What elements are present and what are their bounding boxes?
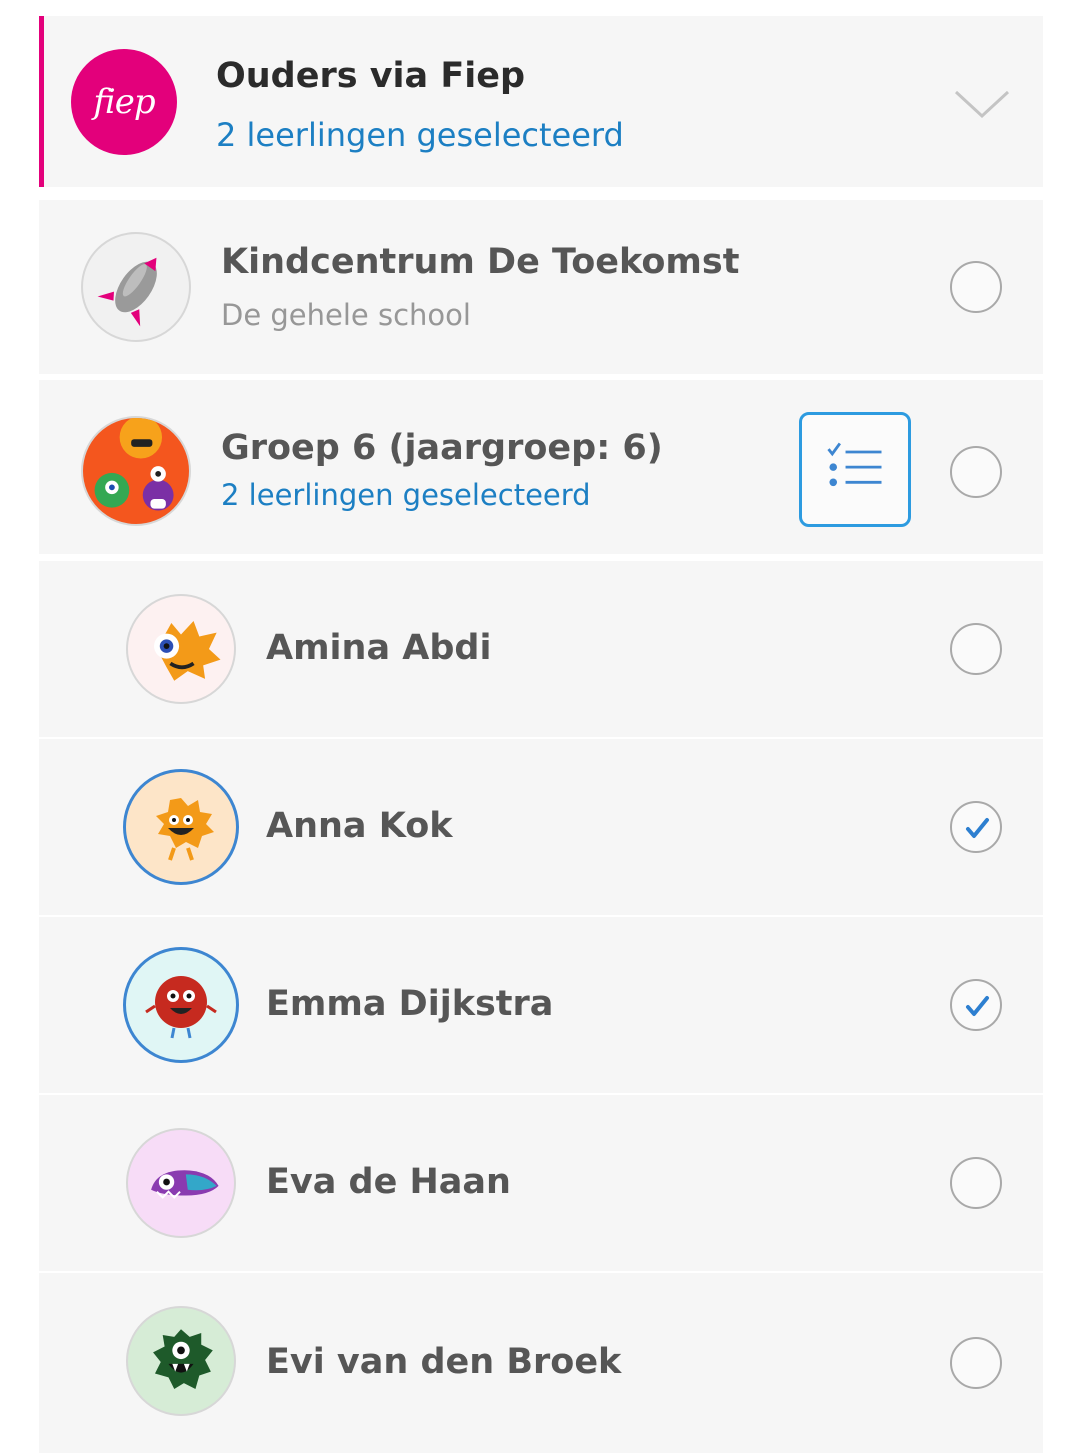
group-avatar (81, 416, 191, 526)
student-avatar (126, 594, 236, 704)
student-radio[interactable] (950, 801, 1002, 853)
monsters-group-icon (94, 418, 174, 511)
red-monster-icon (145, 976, 217, 1039)
student-row[interactable]: Eva de Haan (39, 1095, 1043, 1271)
group-name: Groep 6 (jaargroep: 6) (221, 428, 663, 468)
student-name: Anna Kok (266, 806, 453, 846)
group-row[interactable]: Groep 6 (jaargroep: 6) 2 leerlingen gese… (39, 380, 1043, 554)
purple-monster-icon (151, 1170, 219, 1199)
student-row[interactable]: Emma Dijkstra (39, 917, 1043, 1093)
student-avatar (126, 1306, 236, 1416)
checkmark-icon (966, 818, 989, 838)
student-row[interactable]: Amina Abdi (39, 561, 1043, 737)
student-radio[interactable] (950, 1337, 1002, 1389)
student-list-button[interactable] (799, 412, 911, 527)
orange-monster-icon (154, 621, 221, 681)
student-name: Evi van den Broek (266, 1342, 622, 1382)
checkmark-icon (966, 996, 989, 1016)
student-name: Amina Abdi (266, 628, 492, 668)
green-monster-icon (153, 1329, 213, 1389)
student-avatar (126, 1128, 236, 1238)
rocket-icon (97, 257, 157, 327)
orange-monster-icon (156, 798, 214, 861)
group-selection-count: 2 leerlingen geselecteerd (221, 478, 591, 512)
fiep-logo-text: fiep (93, 82, 155, 122)
group-radio[interactable] (950, 446, 1002, 498)
channel-title: Ouders via Fiep (216, 56, 526, 96)
chevron-down-icon[interactable] (952, 86, 1012, 122)
student-row[interactable]: Anna Kok (39, 739, 1043, 915)
school-scope: De gehele school (221, 298, 471, 332)
channel-header[interactable]: fiep Ouders via Fiep 2 leerlingen gesele… (39, 16, 1043, 187)
checklist-icon (827, 442, 882, 487)
student-row[interactable]: Evi van den Broek (39, 1273, 1043, 1453)
channel-selection-count: 2 leerlingen geselecteerd (216, 116, 624, 154)
school-radio[interactable] (950, 261, 1002, 313)
school-row[interactable]: Kindcentrum De Toekomst De gehele school (39, 200, 1043, 374)
student-radio[interactable] (950, 979, 1002, 1031)
student-avatar (123, 947, 239, 1063)
school-avatar (81, 232, 191, 342)
fiep-logo: fiep (71, 49, 177, 155)
school-name: Kindcentrum De Toekomst (221, 242, 740, 282)
student-name: Emma Dijkstra (266, 984, 554, 1024)
student-radio[interactable] (950, 1157, 1002, 1209)
student-radio[interactable] (950, 623, 1002, 675)
student-avatar (123, 769, 239, 885)
student-name: Eva de Haan (266, 1162, 511, 1202)
